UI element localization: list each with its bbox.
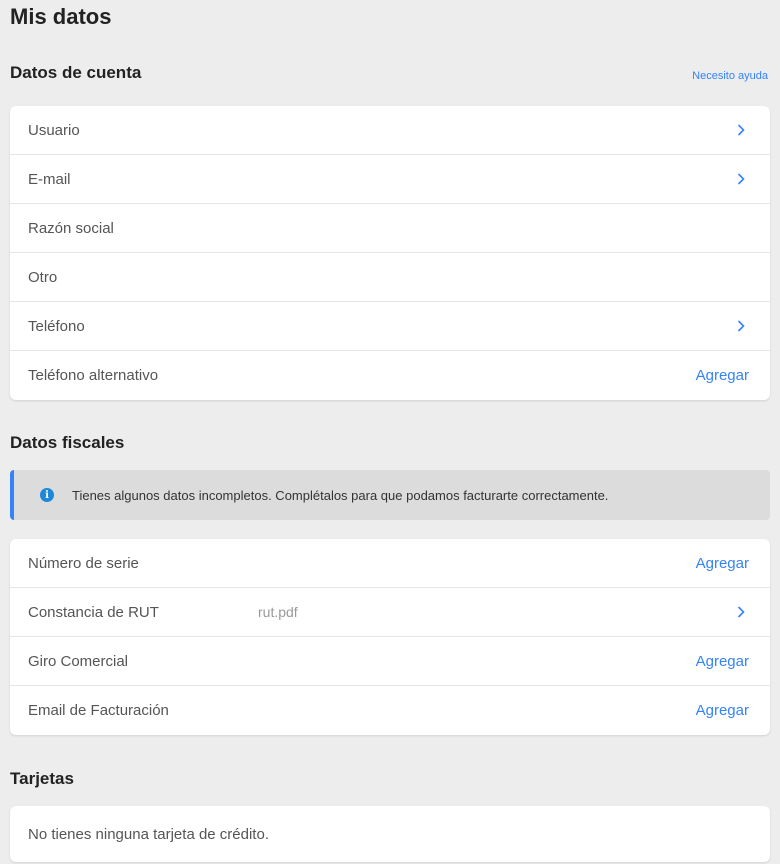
section-title-account: Datos de cuenta [10,63,142,82]
incomplete-data-notice: i Tienes algunos datos incompletos. Comp… [10,470,770,520]
account-row-usuario[interactable]: Usuario [10,106,770,155]
row-label: Constancia de RUT [28,603,159,621]
account-card: Usuario E-mail Razón social Otro Teléfon… [10,106,770,400]
row-label: Teléfono alternativo [28,367,159,384]
help-link[interactable]: Necesito ayuda [692,70,768,82]
section-title-fiscal: Datos fiscales [10,433,125,452]
cards-card: No tienes ninguna tarjeta de crédito. [10,806,770,862]
page-title: Mis datos [10,4,112,29]
row-label: Giro Comercial [28,652,129,670]
rut-file-name: rut.pdf [258,604,298,620]
add-alt-phone-button[interactable]: Agregar [696,367,749,384]
account-row-razon-social: Razón social [10,204,770,253]
chevron-right-icon[interactable] [733,318,749,334]
row-label: Usuario [28,121,80,139]
row-label: Razón social [28,219,114,237]
row-label: Número de serie [28,554,139,572]
chevron-right-icon[interactable] [733,171,749,187]
section-title-cards: Tarjetas [10,769,74,788]
notice-text: Tienes algunos datos incompletos. Complé… [72,487,609,503]
add-serial-number-button[interactable]: Agregar [696,555,749,572]
row-label: Email de Facturación [28,702,169,719]
add-giro-comercial-button[interactable]: Agregar [696,653,749,670]
fiscal-row-constancia-rut[interactable]: Constancia de RUT rut.pdf [10,588,770,637]
chevron-right-icon[interactable] [733,604,749,620]
row-label: E-mail [28,170,71,188]
fiscal-row-giro-comercial: Giro Comercial Agregar [10,637,770,686]
account-row-telefono[interactable]: Teléfono [10,302,770,351]
chevron-right-icon[interactable] [733,122,749,138]
add-billing-email-button[interactable]: Agregar [696,702,749,719]
info-icon: i [40,488,54,502]
account-row-email[interactable]: E-mail [10,155,770,204]
fiscal-row-numero-serie: Número de serie Agregar [10,539,770,588]
cards-empty-message: No tienes ninguna tarjeta de crédito. [28,825,269,843]
row-label: Otro [28,268,58,286]
row-label: Teléfono [28,317,85,335]
fiscal-row-email-facturacion: Email de Facturación Agregar [10,686,770,735]
account-row-telefono-alternativo: Teléfono alternativo Agregar [10,351,770,400]
account-row-otro: Otro [10,253,770,302]
fiscal-card: Número de serie Agregar Constancia de RU… [10,539,770,735]
